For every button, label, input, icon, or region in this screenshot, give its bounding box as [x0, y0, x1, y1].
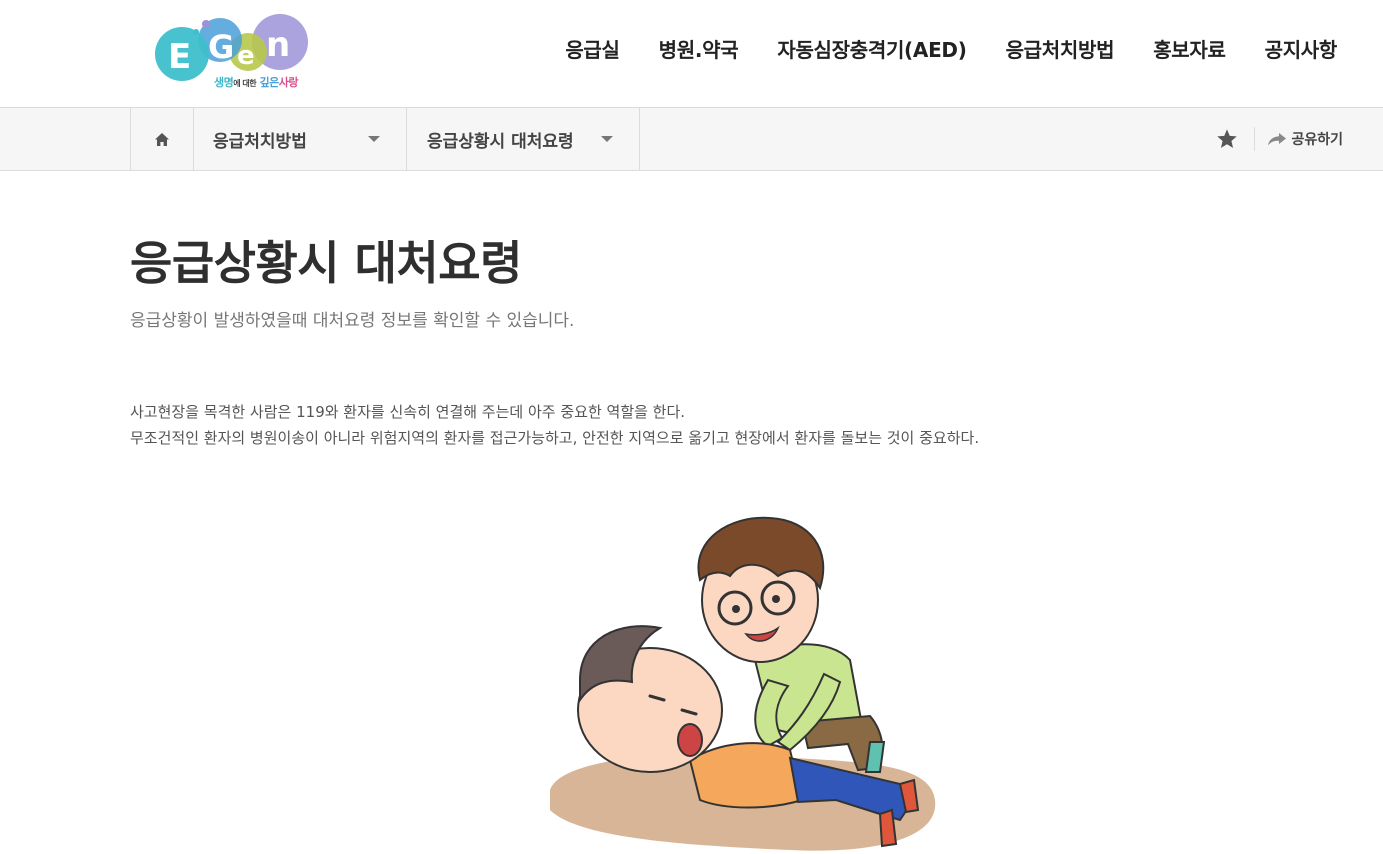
logo-letter-e2: e — [237, 41, 255, 71]
logo-letter-g: G — [208, 28, 234, 66]
star-icon[interactable] — [1216, 128, 1238, 150]
breadcrumb-depth1-label: 응급처치방법 — [213, 131, 307, 152]
site-header: E G e n 생명에 대한 깊은사랑 응급실 병원.약국 자동심장충격기(AE… — [0, 0, 1383, 108]
egen-logo-mark: E G e n — [155, 14, 308, 81]
site-logo[interactable]: E G e n 생명에 대한 깊은사랑 — [150, 12, 325, 96]
share-button[interactable]: 공유하기 — [1267, 129, 1343, 149]
breadcrumb-depth2-label: 응급상황시 대처요령 — [427, 131, 574, 152]
nav-item-aed[interactable]: 자동심장충격기(AED) — [777, 34, 967, 63]
nav-item-notice[interactable]: 공지사항 — [1265, 34, 1338, 63]
page-description: 응급상황이 발생하였을때 대처요령 정보를 확인할 수 있습니다. — [130, 311, 575, 331]
intro-line-1: 사고현장을 목격한 사람은 119와 환자를 신속히 연결해 주는데 아주 중요… — [130, 403, 686, 421]
breadcrumb-depth2-dropdown[interactable]: 응급상황시 대처요령 — [407, 108, 640, 170]
first-aid-illustration — [550, 516, 936, 851]
page-title: 응급상황시 대처요령 — [130, 236, 522, 290]
logo-letter-e: E — [168, 37, 191, 77]
breadcrumb-depth1-dropdown[interactable]: 응급처치방법 — [193, 108, 407, 170]
location-tools: 공유하기 — [1216, 108, 1343, 170]
nav-item-first-aid[interactable]: 응급처치방법 — [1006, 34, 1115, 63]
share-arrow-icon — [1268, 133, 1287, 146]
nav-item-promotion[interactable]: 홍보자료 — [1153, 34, 1226, 63]
logo-tagline: 생명에 대한 깊은사랑 — [214, 76, 298, 89]
share-label: 공유하기 — [1291, 132, 1343, 148]
main-navigation: 응급실 병원.약국 자동심장충격기(AED) 응급처치방법 홍보자료 공지사항 — [526, 34, 1337, 63]
chevron-down-icon — [601, 136, 613, 142]
intro-line-2: 무조건적인 환자의 병원이송이 아니라 위험지역의 환자를 접근가능하고, 안전… — [130, 429, 980, 447]
home-icon — [155, 132, 169, 146]
home-button[interactable] — [130, 108, 194, 170]
tool-divider — [1254, 127, 1256, 151]
intro-paragraph: 사고현장을 목격한 사람은 119와 환자를 신속히 연결해 주는데 아주 중요… — [130, 399, 1250, 451]
nav-item-er[interactable]: 응급실 — [565, 34, 620, 63]
chevron-down-icon — [368, 136, 380, 142]
logo-letter-n: n — [266, 25, 290, 65]
location-bar: 응급처치방법 응급상황시 대처요령 공유하기 — [0, 108, 1383, 171]
nav-item-hospital-pharmacy[interactable]: 병원.약국 — [659, 34, 739, 63]
page-header: 응급상황시 대처요령 응급상황이 발생하였을때 대처요령 정보를 확인할 수 있… — [130, 240, 1250, 331]
